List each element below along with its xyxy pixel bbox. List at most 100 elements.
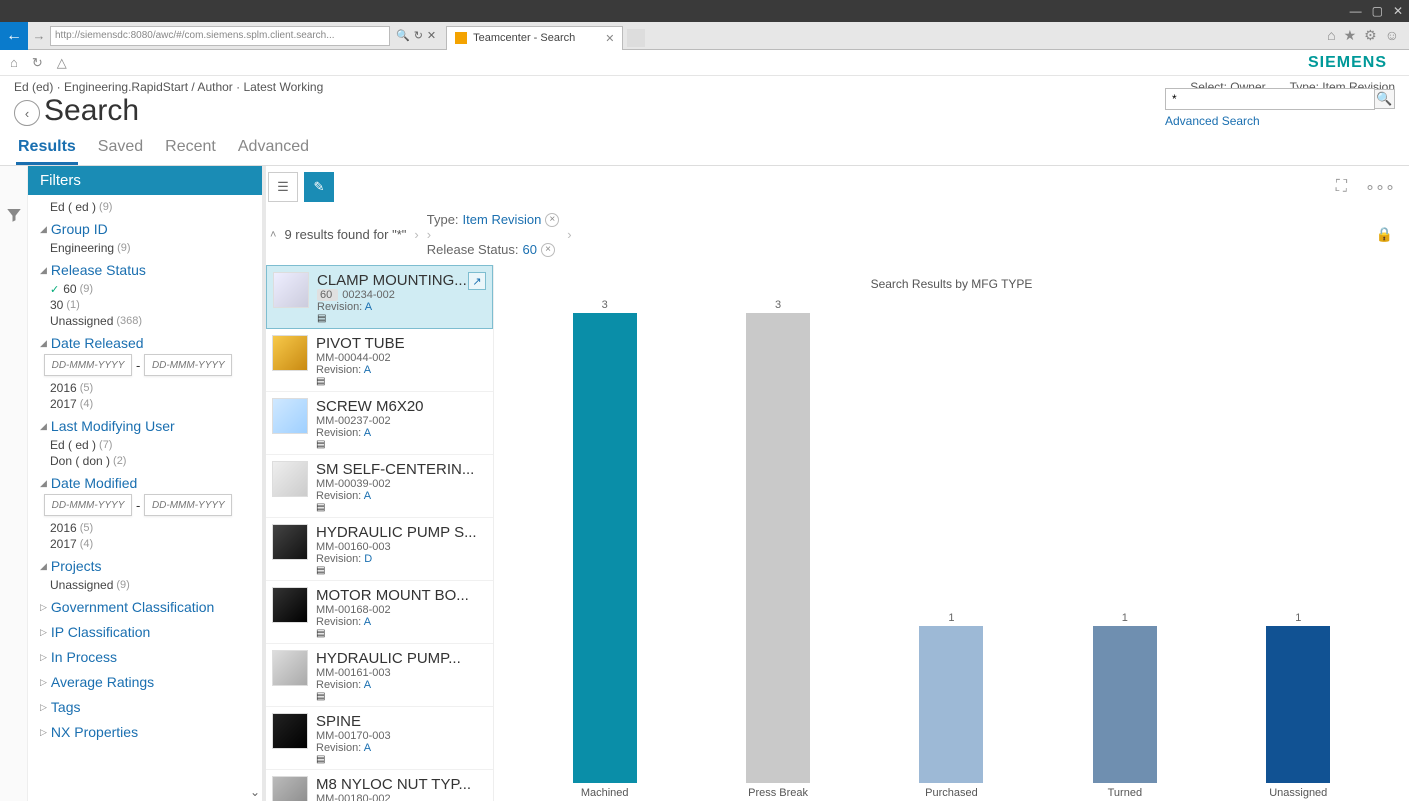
filter-group-tags[interactable]: Tags [40,699,250,715]
filter-group-in-process[interactable]: In Process [40,649,250,665]
filter-group-last-modifying-user[interactable]: Last Modifying User [40,418,250,434]
collapse-icon[interactable]: ˄ [270,229,276,241]
filter-item[interactable]: Engineering(9) [40,240,250,256]
browser-feedback-icon[interactable]: ☺ [1385,27,1399,44]
bar-column[interactable]: 1Unassigned [1238,612,1358,799]
filters-panel: Filters Ed ( ed ) (9) Group IDEngineerin… [28,166,266,801]
bar-column[interactable]: 3Press Break [718,299,838,799]
result-id: MM-00161-003 [316,667,487,679]
result-id: MM-00180-002 [316,793,487,801]
tab-results[interactable]: Results [16,134,78,165]
nav-forward-button[interactable]: → [28,28,50,43]
date-from-input[interactable] [44,354,132,376]
filter-item[interactable]: Don ( don )(2) [40,453,250,469]
remove-filter-icon[interactable]: × [545,213,559,227]
search-input[interactable] [1165,88,1375,110]
result-card[interactable]: SM SELF-CENTERIN...MM-00039-002Revision:… [266,455,493,518]
filter-group-government-classification[interactable]: Government Classification [40,599,250,615]
bar-column[interactable]: 3Machined [545,299,665,799]
filter-group-average-ratings[interactable]: Average Ratings [40,674,250,690]
filter-icon[interactable] [5,206,23,224]
chevron-right-icon: › [427,227,431,242]
filter-item[interactable]: Unassigned(9) [40,577,250,593]
browser-tab[interactable]: Teamcenter - Search ✕ [446,26,623,50]
result-card[interactable]: M8 NYLOC NUT TYP...MM-00180-002Revision:… [266,770,493,801]
global-search: 🔍 [1165,88,1395,110]
date-to-input[interactable] [144,354,232,376]
thumbnail [272,587,308,623]
address-bar[interactable]: http://siemensdc:8080/awc/#/com.siemens.… [50,26,390,46]
bar-column[interactable]: 1Purchased [891,612,1011,799]
bar-column[interactable]: 1Turned [1065,612,1185,799]
window-minimize[interactable]: — [1350,4,1362,18]
window-close[interactable]: ✕ [1393,4,1403,18]
tab-saved[interactable]: Saved [96,134,145,165]
left-rail [0,166,28,801]
tab-advanced[interactable]: Advanced [236,134,311,165]
flag-icon: ▤ [317,313,486,324]
chart-view-button[interactable]: ✎ [304,172,334,202]
browser-settings-icon[interactable]: ⚙ [1364,27,1377,44]
result-revision: Revision: A [317,301,486,313]
brand-logo: SIEMENS [1308,54,1399,72]
result-card[interactable]: MOTOR MOUNT BO...MM-00168-002Revision: A… [266,581,493,644]
filter-item[interactable]: 2017(4) [40,396,250,412]
filter-group-ip-classification[interactable]: IP Classification [40,624,250,640]
back-button[interactable]: ‹ [14,100,40,126]
result-revision: Revision: D [316,553,487,565]
filter-group-group-id[interactable]: Group ID [40,221,250,237]
stop-icon[interactable]: ✕ [427,29,436,42]
tab-close-icon[interactable]: ✕ [605,32,614,45]
filter-owner-item[interactable]: Ed ( ed ) (9) [40,199,250,215]
window-restore[interactable]: ▢ [1372,4,1383,18]
home-icon[interactable]: ⌂ [10,55,18,70]
filter-group-date-released[interactable]: Date Released [40,335,250,351]
date-to-input[interactable] [144,494,232,516]
bar-value-label: 1 [948,612,954,624]
result-title: M8 NYLOC NUT TYP... [316,776,487,793]
scroll-down-icon[interactable]: ⌄ [250,785,260,799]
refresh-icon[interactable]: ↻ [414,29,423,42]
refresh-icon[interactable]: ↻ [32,55,43,71]
result-card[interactable]: SCREW M6X20MM-00237-002Revision: A▤ [266,392,493,455]
result-card[interactable]: HYDRAULIC PUMP...MM-00161-003Revision: A… [266,644,493,707]
browser-home-icon[interactable]: ⌂ [1327,27,1335,44]
filter-item[interactable]: 30(1) [40,297,250,313]
more-icon[interactable]: ∘∘∘ [1359,177,1401,197]
filter-group-nx-properties[interactable]: NX Properties [40,724,250,740]
filter-group-date-modified[interactable]: Date Modified [40,475,250,491]
flag-icon: ▤ [316,628,487,639]
date-from-input[interactable] [44,494,132,516]
filter-item[interactable]: 2016(5) [40,380,250,396]
filter-item[interactable]: ✓60(9) [40,281,250,297]
open-icon[interactable]: ↗ [468,272,486,290]
nav-back-button[interactable]: ← [0,22,28,50]
result-card[interactable]: PIVOT TUBEMM-00044-002Revision: A▤ [266,329,493,392]
bar-category-label: Unassigned [1269,787,1327,799]
result-card[interactable]: HYDRAULIC PUMP S...MM-00160-003Revision:… [266,518,493,581]
notifications-icon[interactable]: △ [57,55,67,71]
filter-group-projects[interactable]: Projects [40,558,250,574]
list-view-button[interactable]: ☰ [268,172,298,202]
search-icon[interactable]: 🔍 [396,29,410,42]
remove-filter-icon[interactable]: × [541,243,555,257]
advanced-search-link[interactable]: Advanced Search [1165,114,1260,128]
filter-item[interactable]: 2017(4) [40,536,250,552]
expand-icon[interactable]: ⛶ [1330,178,1353,196]
result-id: MM-00168-002 [316,604,487,616]
address-controls: 🔍 ↻ ✕ [390,29,442,42]
filter-item[interactable]: Unassigned(368) [40,313,250,329]
filter-item[interactable]: Ed ( ed )(7) [40,437,250,453]
result-revision: Revision: A [316,616,487,628]
lock-icon[interactable]: 🔒 [1376,226,1401,243]
bar-value-label: 3 [602,299,608,311]
search-submit-icon[interactable]: 🔍 [1375,89,1395,109]
app-sub-toolbar: ⌂ ↻ △ SIEMENS [0,50,1409,76]
filter-item[interactable]: 2016(5) [40,520,250,536]
result-card[interactable]: SPINEMM-00170-003Revision: A▤ [266,707,493,770]
filter-group-release-status[interactable]: Release Status [40,262,250,278]
tab-recent[interactable]: Recent [163,134,218,165]
result-card[interactable]: CLAMP MOUNTING...60 00234-002Revision: A… [266,265,493,329]
browser-fav-icon[interactable]: ★ [1344,27,1357,44]
new-tab-button[interactable] [627,29,645,47]
